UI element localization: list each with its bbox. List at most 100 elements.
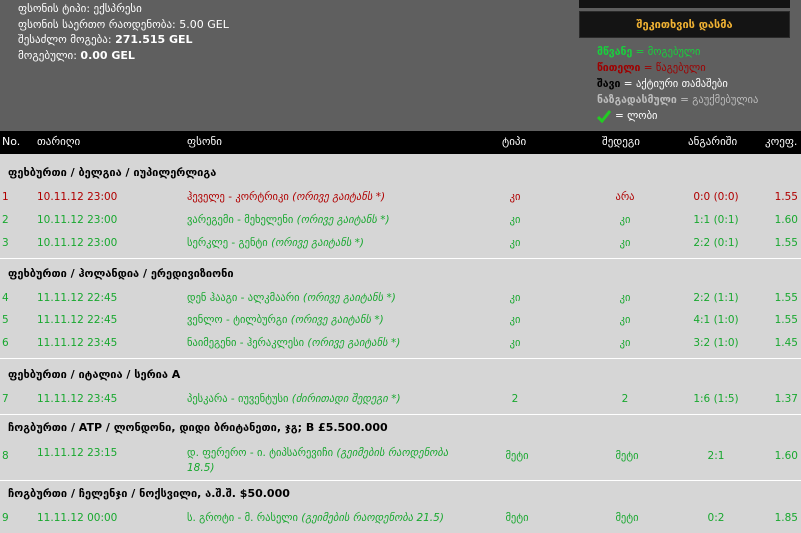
row-date: 11.11.12 23:45 [37, 393, 118, 405]
row-event-note: (გეიმების რაოდენობა 21.5) [297, 512, 444, 524]
row-odds: 1.55 [774, 237, 798, 249]
section-title: ფეხბურთი / ჰოლანდია / ერედივიზიონი [8, 267, 234, 280]
col-no: No. [2, 135, 21, 148]
row-no: 1 [2, 191, 9, 203]
row-no: 6 [2, 337, 9, 349]
legend-black-value: = აქტიური თამაშები [620, 78, 728, 90]
row-event-name: სერკლე - გენტი [187, 237, 268, 249]
table-row: 8 11.11.12 23:15 დ. ფერერო - ი. ტიპსარევ… [0, 444, 801, 478]
row-date: 11.11.12 23:45 [37, 337, 118, 349]
row-event-name: ჰეველე - კორტრიკი [187, 191, 289, 203]
row-result: კი [619, 337, 631, 349]
row-date: 10.11.12 23:00 [37, 237, 118, 249]
row-score: 2:2 (0:1) [693, 237, 739, 249]
green-check-icon [597, 109, 611, 123]
row-type: კი [509, 214, 521, 226]
row-event[interactable]: დ. ფერერო - ი. ტიპსარევიჩი (გეიმების რაო… [187, 447, 448, 459]
row-odds: 1.55 [774, 292, 798, 304]
total-label: ფსონის საერთო რაოდენობა: [18, 17, 180, 31]
row-no: 3 [2, 237, 9, 249]
col-type: ტიპი [502, 135, 527, 148]
row-event-name: დ. ფერერო - ი. ტიპსარევიჩი [187, 447, 334, 459]
row-type: კი [509, 337, 521, 349]
row-type: კი [509, 292, 521, 304]
legend-red-key: წითელი [597, 62, 641, 74]
row-odds: 1.45 [774, 337, 798, 349]
row-score: 1:1 (0:1) [693, 214, 739, 226]
row-score: 4:1 (1:0) [693, 314, 739, 326]
row-event-name: პესკარა - იუვენტუსი [187, 393, 289, 405]
row-type: კი [509, 314, 521, 326]
row-odds: 1.60 [774, 450, 798, 462]
row-odds: 1.55 [774, 314, 798, 326]
row-event-note: (ორივე გაიტანს *) [287, 314, 384, 326]
col-result: შედეგი [602, 135, 640, 148]
row-result: მეტი [615, 512, 639, 524]
row-event[interactable]: სერკლე - გენტი (ორივე გაიტანს *) [187, 237, 364, 249]
row-date: 11.11.12 22:45 [37, 314, 118, 326]
legend-red-value: = წაგებული [640, 62, 706, 74]
divider [0, 358, 801, 359]
row-event[interactable]: პესკარა - იუვენტუსი (ძირითადი შედეგი *) [187, 393, 401, 405]
row-event-note: (ორივე გაიტანს *) [288, 191, 386, 203]
row-event-name: ვარეგემი - მეხელენი [187, 214, 294, 226]
section-title: ფეხბურთი / ბელგია / იუპილერლიგა [8, 166, 217, 179]
row-result: კი [619, 237, 631, 249]
row-date: 11.11.12 23:15 [37, 447, 118, 459]
row-no: 7 [2, 393, 9, 405]
row-event[interactable]: ს. გროტი - მ. რასელი (გეიმების რაოდენობა… [187, 512, 444, 524]
table-row: 9 11.11.12 00:00 ს. გროტი - მ. რასელი (გ… [0, 509, 801, 529]
row-type: კი [509, 237, 521, 249]
row-odds: 1.37 [774, 393, 798, 405]
row-event-note: (ორივე გაიტანს *) [293, 214, 390, 226]
row-odds: 1.55 [774, 191, 798, 203]
legend-black-key: შავი [597, 78, 621, 90]
col-date: თარიღი [37, 135, 81, 148]
row-event-name: ნაიმეგენი - ჰერაკლესი [187, 337, 305, 349]
row-score: 3:2 (1:0) [693, 337, 739, 349]
legend-gray-value: = გაუქმებულია [676, 94, 759, 106]
row-type: 2 [511, 393, 519, 405]
win-value: 0.00 GEL [80, 48, 135, 62]
row-no: 8 [2, 450, 9, 462]
table-row: 6 11.11.12 23:45 ნაიმეგენი - ჰერაკლესი (… [0, 334, 801, 354]
table-row: 4 11.11.12 22:45 დენ ჰააგი - ალკმაარი (ო… [0, 289, 801, 309]
divider [0, 480, 801, 481]
col-score: ანგარიში [688, 135, 738, 148]
row-score: 0:2 [707, 512, 725, 524]
divider [0, 258, 801, 259]
row-event[interactable]: ვენლო - ტილბურგი (ორივე გაიტანს *) [187, 314, 384, 326]
divider [0, 414, 801, 415]
row-result: კი [619, 314, 631, 326]
row-result: კი [619, 214, 631, 226]
row-event[interactable]: ნაიმეგენი - ჰერაკლესი (ორივე გაიტანს *) [187, 337, 400, 349]
row-result: კი [619, 292, 631, 304]
row-event[interactable]: ჰეველე - კორტრიკი (ორივე გაიტანს *) [187, 191, 385, 203]
row-event-note: (ორივე გაიტანს *) [267, 237, 364, 249]
row-no: 4 [2, 292, 9, 304]
table-header: No. თარიღი ფსონი ტიპი შედეგი ანგარიში კო… [0, 131, 801, 154]
legend-check-value: = ლობი [615, 110, 658, 122]
row-result: 2 [621, 393, 629, 405]
row-score: 0:0 (0:0) [693, 191, 739, 203]
possible-label: შესაძლო მოგება: [18, 33, 116, 46]
row-event-note: (ორივე გაიტანს *) [299, 292, 396, 304]
row-odds: 1.85 [774, 512, 798, 524]
section-title: ჩოგბურთი / ATP / ლონდონი, დიდი ბრიტანეთი… [8, 421, 388, 434]
row-type: მეტი [505, 512, 529, 524]
row-event-name: ს. გროტი - მ. რასელი [187, 512, 298, 524]
ask-question-button[interactable]: შეკითხვის დასმა [579, 11, 790, 38]
row-no: 2 [2, 214, 9, 226]
row-date: 11.11.12 22:45 [37, 292, 118, 304]
col-odds: კოეფ. [765, 135, 798, 148]
row-event-note-line2: 18.5) [187, 462, 214, 474]
row-event-name: ვენლო - ტილბურგი [187, 314, 288, 326]
legend-green-value: = მოგებული [632, 46, 701, 58]
row-event[interactable]: ვარეგემი - მეხელენი (ორივე გაიტანს *) [187, 214, 390, 226]
type-value: ექსპრესი [93, 2, 142, 15]
row-event[interactable]: დენ ჰააგი - ალკმაარი (ორივე გაიტანს *) [187, 292, 396, 304]
row-type: მეტი [505, 450, 529, 462]
row-odds: 1.60 [774, 214, 798, 226]
color-legend: მწვანე = მოგებული წითელი = წაგებული შავი… [597, 44, 758, 124]
button-frame [579, 0, 790, 8]
